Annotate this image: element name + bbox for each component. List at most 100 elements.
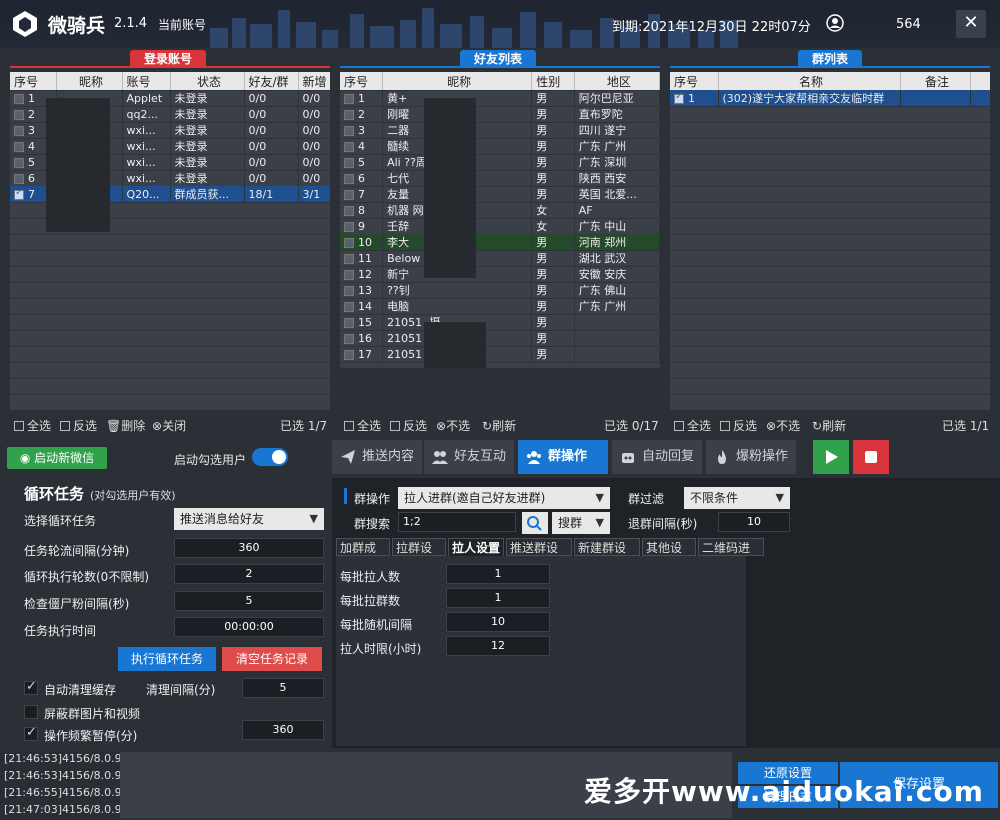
group-op-select[interactable]: 拉人进群(邀自己好友进群) ▼ bbox=[398, 487, 610, 509]
close-button[interactable]: ✕ bbox=[956, 10, 986, 38]
exec-time-input[interactable]: 00:00:00 bbox=[174, 617, 324, 637]
row-checkbox[interactable] bbox=[344, 349, 354, 360]
pause-checkbox[interactable] bbox=[24, 725, 38, 741]
table-row[interactable]: 14 电脑男广东 广州 bbox=[340, 298, 660, 314]
group-list-table[interactable]: 序号 名称 备注 1(302)遂宁大家帮相亲交友临时群 bbox=[670, 72, 990, 410]
auto-clean-checkbox[interactable] bbox=[24, 679, 38, 695]
col-header[interactable]: 序号 bbox=[10, 72, 57, 90]
batch-people-input[interactable]: 1 bbox=[446, 564, 550, 584]
row-checkbox[interactable] bbox=[14, 141, 24, 152]
clear-task-button[interactable]: 清空任务记录 bbox=[222, 647, 322, 671]
log-panel[interactable]: [21:46:53]4156/8.0.9 [21:46:53]4156/8.0.… bbox=[0, 750, 120, 820]
row-number-cell[interactable]: 6 bbox=[340, 170, 384, 186]
tab-friend-interact[interactable]: 好友互动 bbox=[424, 440, 514, 474]
row-checkbox[interactable] bbox=[344, 205, 354, 216]
table-row[interactable]: 11 Below 男湖北 武汉 bbox=[340, 250, 660, 266]
row-checkbox[interactable] bbox=[344, 189, 354, 200]
table-row[interactable]: 1(302)遂宁大家帮相亲交友临时群 bbox=[670, 90, 990, 106]
col-header[interactable]: 序号 bbox=[340, 72, 384, 90]
row-checkbox[interactable] bbox=[344, 109, 354, 120]
block-media-checkbox[interactable] bbox=[24, 705, 38, 719]
row-number-cell[interactable]: 16 bbox=[340, 330, 384, 346]
row-number-cell[interactable]: 10 bbox=[340, 234, 384, 250]
table-row[interactable]: 1 黄+ 男阿尔巴尼亚 bbox=[340, 90, 660, 106]
row-number-cell[interactable]: 12 bbox=[340, 266, 384, 282]
row-number-cell[interactable]: 4 bbox=[340, 138, 384, 154]
col-header[interactable]: 昵称 bbox=[382, 72, 533, 90]
subtab-push-group[interactable]: 推送群设置 bbox=[506, 538, 572, 573]
choose-task-select[interactable]: 推送消息给好友 ▼ bbox=[174, 508, 324, 530]
subtab-pull-group[interactable]: 拉群设置 bbox=[392, 538, 446, 573]
col-header[interactable]: 好友/群 bbox=[244, 72, 299, 90]
current-account-label[interactable]: 当前账号 bbox=[158, 16, 206, 33]
tab-fans-ops[interactable]: 爆粉操作 bbox=[706, 440, 796, 474]
row-checkbox[interactable] bbox=[344, 301, 354, 312]
row-checkbox[interactable] bbox=[344, 125, 354, 136]
search-button[interactable] bbox=[522, 512, 548, 534]
row-checkbox[interactable] bbox=[344, 141, 354, 152]
friend-invert-button[interactable]: 反选 bbox=[390, 417, 427, 434]
table-row[interactable]: 13 ??钊男广东 佛山 bbox=[340, 282, 660, 298]
group-unselect-button[interactable]: ⊗不选 bbox=[766, 417, 800, 434]
col-header[interactable]: 账号 bbox=[122, 72, 171, 90]
subtab-qr-join[interactable]: 二维码进群 bbox=[698, 538, 764, 573]
row-number-cell[interactable]: 11 bbox=[340, 250, 384, 266]
select-all-button[interactable]: 全选 bbox=[14, 417, 51, 434]
row-number-cell[interactable]: 17 bbox=[340, 346, 384, 362]
row-checkbox[interactable] bbox=[14, 173, 24, 184]
exec-loop-button[interactable]: 执行循环任务 bbox=[118, 647, 216, 671]
tab-group-ops[interactable]: 群操作 bbox=[518, 440, 608, 474]
row-checkbox[interactable] bbox=[344, 317, 354, 328]
row-checkbox[interactable] bbox=[674, 91, 684, 104]
start-wechat-button[interactable]: ◉ 启动新微信 bbox=[7, 447, 107, 469]
pull-time-limit-input[interactable]: 12 bbox=[446, 636, 550, 656]
exit-interval-input[interactable]: 10 bbox=[718, 512, 790, 532]
col-header[interactable]: 新增 bbox=[298, 72, 330, 90]
row-checkbox[interactable] bbox=[14, 109, 24, 120]
row-checkbox[interactable] bbox=[14, 125, 24, 136]
table-row[interactable]: 17 21051 售后男 bbox=[340, 346, 660, 362]
table-row[interactable]: 8 机器 网站... 女 AF bbox=[340, 202, 660, 218]
pause-input[interactable]: 360 bbox=[242, 720, 324, 740]
row-number-cell[interactable]: 5 bbox=[340, 154, 384, 170]
close-account-button[interactable]: ⊗关闭 bbox=[152, 417, 186, 434]
search-mode-select[interactable]: 搜群 ▼ bbox=[552, 512, 610, 534]
row-number-cell[interactable]: 1 bbox=[670, 90, 719, 106]
table-row[interactable]: 10 李大男河南 郑州 bbox=[340, 234, 660, 250]
row-checkbox[interactable] bbox=[344, 157, 354, 168]
group-invert-button[interactable]: 反选 bbox=[720, 417, 757, 434]
table-row[interactable]: 12 新宁男安徽 安庆 bbox=[340, 266, 660, 282]
subtab-add-members[interactable]: 加群成员 bbox=[336, 538, 390, 573]
row-number-cell[interactable]: 2 bbox=[340, 106, 384, 122]
row-number-cell[interactable]: 7 bbox=[340, 186, 384, 202]
user-icon[interactable] bbox=[826, 14, 844, 32]
col-header[interactable]: 性别 bbox=[531, 72, 575, 90]
col-header[interactable]: 名称 bbox=[718, 72, 901, 90]
friend-select-all-button[interactable]: 全选 bbox=[344, 417, 381, 434]
friend-refresh-button[interactable]: ↻刷新 bbox=[482, 417, 516, 434]
table-row[interactable]: 15 21051 -摄... 男 bbox=[340, 314, 660, 330]
row-checkbox[interactable] bbox=[344, 333, 354, 344]
tab-auto-reply[interactable]: 自动回复 bbox=[612, 440, 702, 474]
row-number-cell[interactable]: 13 bbox=[340, 282, 384, 298]
col-header[interactable]: 备注 bbox=[900, 72, 971, 90]
tab-push-content[interactable]: 推送内容 bbox=[332, 440, 422, 474]
group-filter-select[interactable]: 不限条件 ▼ bbox=[684, 487, 790, 509]
row-checkbox[interactable] bbox=[344, 93, 354, 104]
subtab-new-group[interactable]: 新建群设置 bbox=[574, 538, 640, 573]
rounds-input[interactable]: 2 bbox=[174, 564, 324, 584]
row-checkbox[interactable] bbox=[344, 173, 354, 184]
col-header[interactable]: 昵称 bbox=[56, 72, 123, 90]
row-number-cell[interactable]: 1 bbox=[340, 90, 384, 106]
group-search-input[interactable]: 1;2 bbox=[398, 512, 516, 532]
login-account-table[interactable]: 序号 昵称 账号 状态 好友/群 新增 1 Applet 未登录 0/0 0/0 2 qq2… bbox=[10, 72, 330, 410]
batch-groups-input[interactable]: 1 bbox=[446, 588, 550, 608]
col-header[interactable]: 序号 bbox=[670, 72, 719, 90]
row-checkbox[interactable] bbox=[344, 237, 354, 248]
friend-unselect-button[interactable]: ⊗不选 bbox=[436, 417, 470, 434]
delete-button[interactable]: 🗑删除 bbox=[106, 417, 145, 434]
stop-button[interactable] bbox=[853, 440, 889, 474]
row-number-cell[interactable]: 3 bbox=[340, 122, 384, 138]
subtab-other[interactable]: 其他设置 bbox=[642, 538, 696, 573]
table-row[interactable]: 5 Ali ??周... 男广东 深圳 bbox=[340, 154, 660, 170]
